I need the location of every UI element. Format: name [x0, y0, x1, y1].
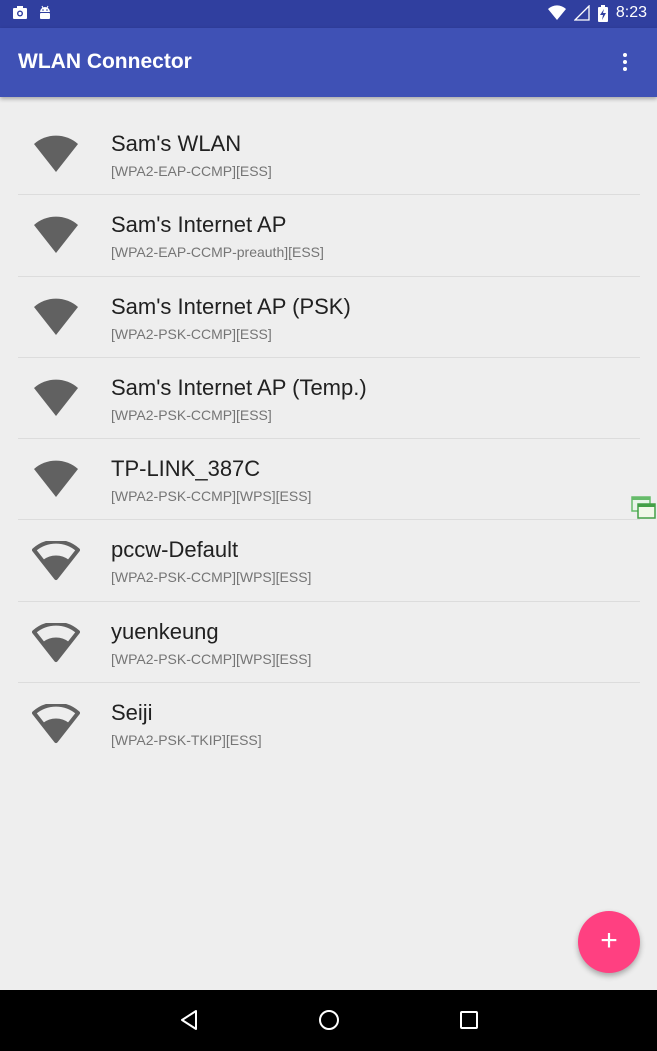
cell-signal-icon	[573, 5, 590, 21]
network-list-item[interactable]: TP-LINK_387C [WPA2-PSK-CCMP][WPS][ESS]	[18, 439, 640, 521]
wifi-partial-icon	[32, 704, 80, 744]
wifi-full-icon	[34, 379, 78, 416]
wifi-partial-icon	[32, 541, 80, 581]
notification-icons	[12, 5, 52, 21]
add-network-button[interactable]: +	[578, 911, 640, 973]
network-list-item[interactable]: Sam's Internet AP [WPA2-EAP-CCMP-preauth]…	[18, 195, 640, 277]
network-capabilities: [WPA2-PSK-CCMP][WPS][ESS]	[111, 650, 312, 667]
network-list-item[interactable]: Sam's Internet AP (PSK) [WPA2-PSK-CCMP][E…	[18, 277, 640, 358]
network-list-item[interactable]: yuenkeung [WPA2-PSK-CCMP][WPS][ESS]	[18, 602, 640, 684]
network-capabilities: [WPA2-PSK-CCMP][ESS]	[111, 406, 272, 423]
network-capabilities: [WPA2-PSK-CCMP][ESS]	[111, 325, 272, 342]
wifi-full-icon	[34, 460, 78, 498]
status-bar: 8:23	[0, 0, 657, 28]
navigation-bar	[0, 990, 657, 1051]
wifi-partial-icon	[32, 622, 80, 662]
network-ssid: Seiji	[111, 700, 153, 726]
network-list-item[interactable]: Sam's Internet AP (Temp.) [WPA2-PSK-CCMP]…	[18, 358, 640, 440]
network-ssid: Sam's Internet AP (PSK)	[111, 293, 351, 319]
battery-charging-icon	[597, 4, 608, 22]
network-capabilities: [WPA2-EAP-CCMP-preauth][ESS]	[111, 244, 324, 261]
wifi-signal-icon	[547, 5, 566, 21]
clock: 8:23	[615, 4, 647, 21]
network-list: Sam's WLAN [WPA2-EAP-CCMP][ESS] Sam's Inte…	[18, 114, 640, 764]
network-ssid: Sam's Internet AP (Temp.)	[111, 374, 367, 400]
network-list-item[interactable]: pccw-Default [WPA2-PSK-CCMP][WPS][ESS]	[18, 520, 640, 602]
wifi-full-icon	[34, 298, 78, 335]
network-list-item[interactable]: Sam's WLAN [WPA2-EAP-CCMP][ESS]	[18, 114, 640, 196]
system-status-icons: 8:23	[547, 4, 647, 22]
network-ssid: yuenkeung	[111, 618, 219, 644]
network-capabilities: [WPA2-PSK-CCMP][WPS][ESS]	[111, 569, 312, 586]
network-capabilities: [WPA2-PSK-CCMP][WPS][ESS]	[111, 488, 312, 505]
network-capabilities: [WPA2-EAP-CCMP][ESS]	[111, 163, 272, 179]
recents-icon[interactable]	[457, 1008, 481, 1032]
photo-icon	[13, 6, 27, 19]
more-vert-icon[interactable]	[619, 50, 631, 74]
wifi-full-icon	[34, 216, 78, 254]
network-ssid: Sam's WLAN	[111, 131, 242, 156]
network-ssid: TP-LINK_387C	[111, 456, 261, 482]
android-icon	[40, 5, 50, 19]
app-title: WLAN Connector	[18, 50, 192, 73]
network-ssid: pccw-Default	[111, 537, 239, 563]
network-list-item[interactable]: Seiji [WPA2-PSK-TKIP][ESS]	[18, 683, 640, 764]
home-icon[interactable]	[317, 1008, 341, 1032]
network-ssid: Sam's Internet AP	[111, 212, 287, 238]
floating-window-icon[interactable]	[631, 496, 656, 519]
back-icon[interactable]	[177, 1008, 201, 1032]
wifi-full-icon	[34, 135, 78, 172]
network-capabilities: [WPA2-PSK-TKIP][ESS]	[111, 732, 262, 749]
app-bar: WLAN Connector	[0, 28, 657, 97]
